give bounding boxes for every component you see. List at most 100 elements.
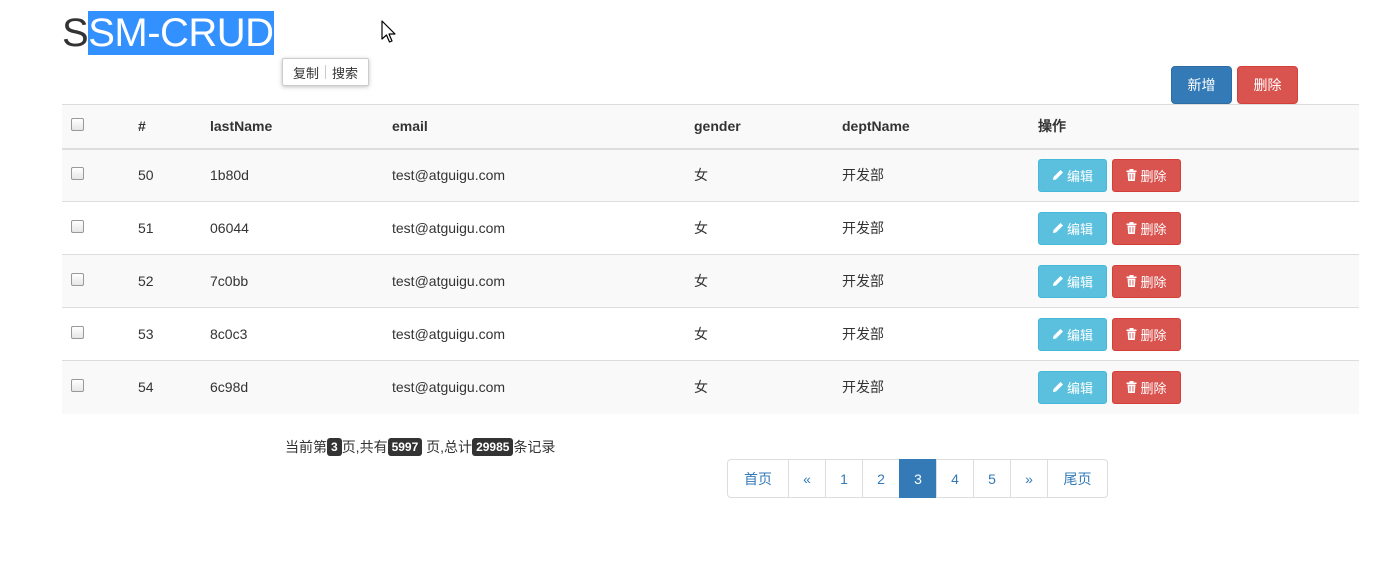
page-info-prefix: 当前第: [285, 439, 327, 455]
cell-id: 54: [138, 360, 210, 414]
pagination-last[interactable]: 尾页: [1047, 459, 1108, 498]
cell-email: test@atguigu.com: [392, 307, 694, 361]
pagination-prev[interactable]: «: [788, 459, 826, 498]
pagination-page-5[interactable]: 5: [973, 459, 1011, 498]
cell-email: test@atguigu.com: [392, 201, 694, 255]
mouse-cursor-icon: [381, 20, 396, 43]
table-row: 53 8c0c3 test@atguigu.com 女 开发部 编辑 删除: [62, 307, 1359, 361]
row-checkbox[interactable]: [71, 379, 84, 393]
delete-label: 删除: [1140, 168, 1167, 184]
pagination-page-3[interactable]: 3: [899, 459, 937, 498]
bulk-delete-button[interactable]: 删除: [1237, 66, 1298, 104]
trash-icon: [1126, 169, 1137, 182]
cell-id: 52: [138, 254, 210, 308]
edit-label: 编辑: [1066, 380, 1093, 396]
delete-label: 删除: [1140, 380, 1167, 396]
column-header-deptname: deptName: [842, 104, 1038, 150]
row-checkbox[interactable]: [71, 273, 84, 286]
edit-button[interactable]: 编辑: [1038, 211, 1107, 245]
delete-button[interactable]: 删除: [1112, 317, 1181, 351]
toolbar: 新增 删除: [1171, 66, 1298, 104]
column-header-gender: gender: [694, 104, 842, 150]
cell-deptname: 开发部: [842, 307, 1038, 361]
page-info-suffix: 条记录: [513, 439, 556, 455]
delete-button[interactable]: 删除: [1112, 370, 1181, 404]
cell-gender: 女: [694, 254, 842, 308]
total-pages-badge: 5997: [387, 438, 423, 456]
pencil-icon: [1052, 223, 1063, 233]
select-all-checkbox[interactable]: [71, 118, 84, 132]
page-info: 当前第 3 页,共有 5997 页,总计 29985 条记录: [285, 437, 555, 457]
pagination-page-4[interactable]: 4: [936, 459, 974, 498]
cell-gender: 女: [694, 360, 842, 414]
table-row: 54 6c98d test@atguigu.com 女 开发部 编辑 删除: [62, 360, 1359, 414]
add-button[interactable]: 新增: [1171, 66, 1232, 104]
edit-label: 编辑: [1066, 168, 1093, 184]
delete-button[interactable]: 删除: [1112, 211, 1181, 245]
edit-button[interactable]: 编辑: [1038, 158, 1107, 192]
cell-id: 53: [138, 307, 210, 361]
table-header-row: # lastName email gender deptName 操作: [62, 104, 1359, 150]
pagination-page-2[interactable]: 2: [862, 459, 900, 498]
context-search[interactable]: 搜索: [328, 63, 362, 82]
edit-button[interactable]: 编辑: [1038, 370, 1107, 404]
page-info-mid2: 页,总计: [422, 439, 473, 455]
row-actions: 编辑 删除: [1038, 211, 1359, 245]
current-page-badge: 3: [327, 438, 342, 456]
pagination-first[interactable]: 首页: [727, 459, 789, 498]
cell-lastname: 06044: [210, 201, 392, 255]
pencil-icon: [1052, 329, 1063, 339]
trash-icon: [1126, 381, 1137, 394]
pencil-icon: [1052, 276, 1063, 286]
edit-label: 编辑: [1066, 327, 1093, 343]
delete-button[interactable]: 删除: [1112, 264, 1181, 298]
page-info-mid1: 页,共有: [341, 439, 388, 455]
cell-email: test@atguigu.com: [392, 148, 694, 202]
pagination-page-1[interactable]: 1: [825, 459, 863, 498]
edit-label: 编辑: [1066, 274, 1093, 290]
page-title: SSM-CRUD: [62, 10, 274, 56]
row-actions: 编辑 删除: [1038, 370, 1359, 404]
cell-gender: 女: [694, 148, 842, 202]
pagination-next[interactable]: »: [1010, 459, 1048, 498]
cell-email: test@atguigu.com: [392, 360, 694, 414]
cell-deptname: 开发部: [842, 201, 1038, 255]
column-header-email: email: [392, 104, 694, 150]
cell-lastname: 7c0bb: [210, 254, 392, 308]
delete-label: 删除: [1140, 327, 1167, 343]
cell-lastname: 1b80d: [210, 148, 392, 202]
edit-button[interactable]: 编辑: [1038, 264, 1107, 298]
column-header-id: #: [138, 104, 210, 150]
row-actions: 编辑 删除: [1038, 317, 1359, 351]
row-checkbox[interactable]: [71, 326, 84, 339]
context-copy[interactable]: 复制: [289, 63, 323, 82]
cell-gender: 女: [694, 201, 842, 255]
row-actions: 编辑 删除: [1038, 158, 1359, 192]
employee-table: # lastName email gender deptName 操作 50 1…: [62, 104, 1359, 414]
cell-gender: 女: [694, 307, 842, 361]
cell-email: test@atguigu.com: [392, 254, 694, 308]
trash-icon: [1126, 222, 1137, 234]
delete-label: 删除: [1140, 221, 1167, 237]
column-header-lastname: lastName: [210, 104, 392, 150]
cell-id: 51: [138, 201, 210, 255]
row-checkbox[interactable]: [71, 220, 84, 233]
delete-label: 删除: [1140, 274, 1167, 290]
cell-lastname: 8c0c3: [210, 307, 392, 361]
context-menu-divider: [325, 65, 327, 79]
trash-icon: [1126, 275, 1137, 287]
pencil-icon: [1052, 382, 1063, 393]
row-actions: 编辑 删除: [1038, 264, 1359, 298]
selection-context-menu: 复制 搜索: [282, 58, 370, 86]
delete-button[interactable]: 删除: [1112, 158, 1181, 192]
pencil-icon: [1052, 170, 1063, 181]
row-checkbox[interactable]: [71, 167, 84, 181]
edit-button[interactable]: 编辑: [1038, 317, 1107, 351]
title-selected-text[interactable]: SM-CRUD: [88, 11, 274, 55]
edit-label: 编辑: [1066, 221, 1093, 237]
cell-deptname: 开发部: [842, 254, 1038, 308]
cell-deptname: 开发部: [842, 148, 1038, 202]
table-row: 51 06044 test@atguigu.com 女 开发部 编辑 删除: [62, 201, 1359, 255]
total-records-badge: 29985: [472, 438, 514, 456]
pagination: 首页 « 1 2 3 4 5 » 尾页: [727, 459, 1108, 498]
